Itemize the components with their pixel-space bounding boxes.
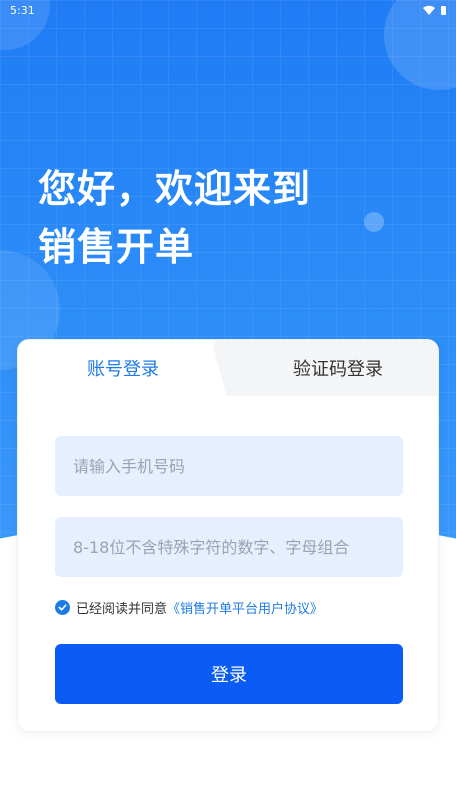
agreement-link[interactable]: 《销售开单平台用户协议》 bbox=[167, 598, 323, 617]
welcome-headline: 您好，欢迎来到 销售开单 bbox=[38, 160, 311, 276]
login-button[interactable]: 登录 bbox=[55, 644, 403, 704]
welcome-line-1: 您好，欢迎来到 bbox=[38, 167, 312, 211]
battery-icon bbox=[441, 5, 446, 15]
checkmark-icon bbox=[58, 604, 67, 611]
decor-circle bbox=[364, 212, 384, 232]
agreement-row: 已经阅读并同意 《销售开单平台用户协议》 bbox=[55, 598, 323, 617]
status-time: 5:31 bbox=[10, 3, 35, 17]
wifi-icon bbox=[423, 5, 435, 15]
tab-code-login[interactable]: 验证码登录 bbox=[238, 340, 438, 396]
login-card: 账号登录 验证码登录 已经阅读并同意 《销售开单平台用户协议》 登录 bbox=[17, 339, 439, 732]
welcome-line-2: 销售开单 bbox=[38, 225, 195, 269]
agreement-text: 已经阅读并同意 bbox=[76, 602, 168, 617]
tab-account-login[interactable]: 账号登录 bbox=[18, 340, 228, 396]
login-tabs: 账号登录 验证码登录 bbox=[18, 340, 438, 396]
status-bar: 5:31 bbox=[0, 0, 456, 20]
password-input[interactable] bbox=[55, 517, 403, 577]
phone-input[interactable] bbox=[55, 436, 403, 496]
check-icon[interactable] bbox=[55, 600, 70, 615]
